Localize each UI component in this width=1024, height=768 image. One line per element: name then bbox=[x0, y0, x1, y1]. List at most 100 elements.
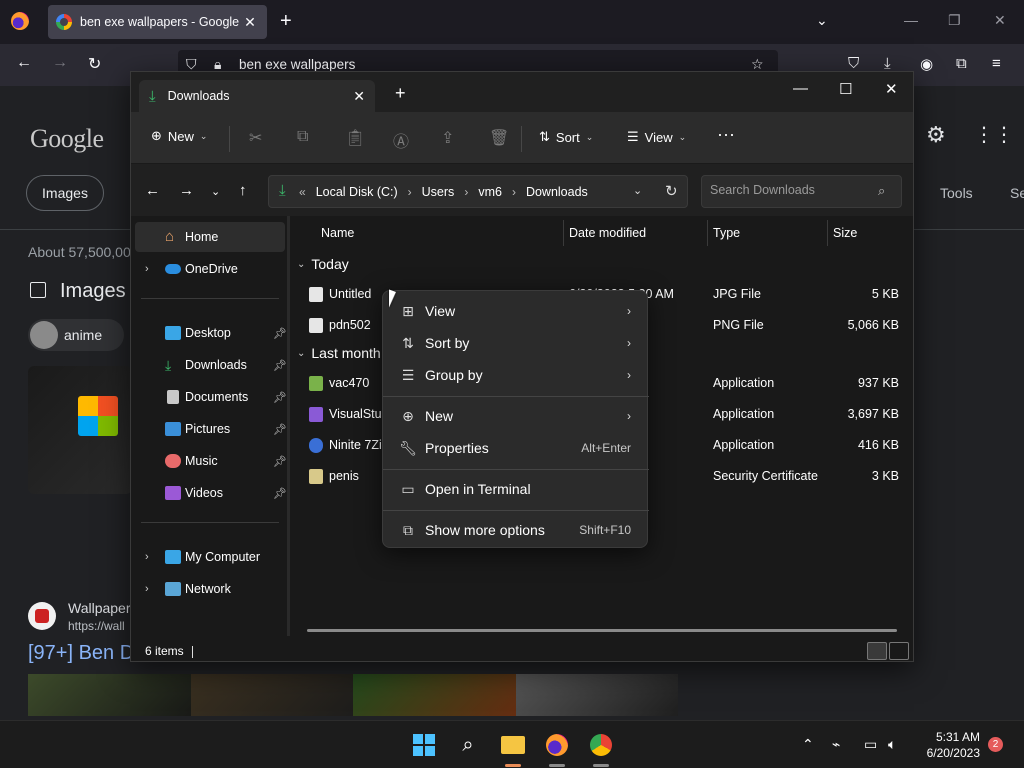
search-box[interactable]: ⌕ bbox=[701, 175, 902, 208]
view-button[interactable]: ☰ View ⌄ bbox=[627, 129, 686, 145]
downloads-icon[interactable]: ⤓ bbox=[884, 55, 891, 72]
firefox-icon[interactable] bbox=[11, 12, 29, 30]
details-view-button[interactable] bbox=[867, 642, 887, 660]
minimize-icon[interactable]: — bbox=[793, 80, 808, 97]
list-tabs-icon[interactable]: ⌄ bbox=[816, 12, 828, 29]
sidebar-item-music[interactable]: Music 📌︎ bbox=[135, 446, 287, 476]
new-tab-icon[interactable]: + bbox=[280, 10, 292, 33]
horizontal-scrollbar[interactable] bbox=[307, 629, 897, 632]
chevron-down-icon[interactable]: ⌄ bbox=[633, 184, 642, 197]
rename-icon[interactable]: Ⓐ bbox=[393, 128, 409, 152]
overflow-icon[interactable]: « bbox=[299, 185, 306, 199]
pin-icon[interactable]: 📌︎ bbox=[273, 391, 287, 404]
result-link[interactable]: [97+] Ben D bbox=[28, 642, 134, 665]
network-icon[interactable]: ⌁ bbox=[832, 736, 840, 753]
menu-item-group-by[interactable]: ☰ Group by › bbox=[387, 360, 645, 390]
browser-close-icon[interactable]: ✕ bbox=[994, 12, 1006, 29]
gear-icon[interactable]: ⚙ bbox=[926, 122, 946, 148]
volume-icon[interactable]: 🔈︎ bbox=[888, 736, 896, 753]
image-thumbnail[interactable] bbox=[190, 674, 353, 716]
search-icon[interactable]: ⌕ bbox=[878, 183, 885, 199]
browser-restore-icon[interactable]: ❐ bbox=[948, 12, 961, 29]
close-tab-icon[interactable]: ✕ bbox=[241, 14, 259, 31]
chevron-right-icon[interactable]: › bbox=[464, 185, 468, 199]
menu-item-sort-by[interactable]: ⇅ Sort by › bbox=[387, 328, 645, 358]
pin-icon[interactable]: 📌︎ bbox=[273, 359, 287, 372]
recent-locations-icon[interactable]: ⌄ bbox=[211, 185, 220, 198]
chevron-right-icon[interactable]: › bbox=[512, 185, 516, 199]
close-window-icon[interactable]: ✕ bbox=[885, 80, 898, 98]
tiles-view-button[interactable] bbox=[889, 642, 909, 660]
more-options-icon[interactable]: ··· bbox=[717, 124, 735, 145]
refresh-icon[interactable]: ↻ bbox=[665, 182, 678, 200]
share-icon[interactable]: ⇪ bbox=[441, 128, 454, 148]
sort-button[interactable]: ⇅ Sort ⌄ bbox=[539, 129, 593, 145]
up-icon[interactable]: ↑ bbox=[239, 182, 247, 199]
safesearch-link[interactable]: Se bbox=[1010, 185, 1024, 201]
copy-icon[interactable]: ⧉ bbox=[297, 128, 308, 146]
column-divider[interactable] bbox=[827, 220, 828, 246]
menu-icon[interactable]: ≡ bbox=[992, 55, 1001, 72]
pin-icon[interactable]: 📌︎ bbox=[273, 455, 287, 468]
chevron-right-icon[interactable]: › bbox=[145, 551, 149, 563]
site-url[interactable]: https://wall bbox=[68, 619, 125, 633]
pin-icon[interactable]: 📌︎ bbox=[273, 487, 287, 500]
apps-grid-icon[interactable]: ⋮⋮ bbox=[974, 122, 1014, 147]
reload-icon[interactable]: ↻ bbox=[88, 54, 101, 74]
breadcrumb-item[interactable]: Local Disk (C:) bbox=[316, 185, 398, 199]
new-button[interactable]: ⊕ New ⌄ bbox=[151, 128, 207, 144]
sidebar-item-mycomputer[interactable]: › My Computer bbox=[135, 542, 285, 572]
sidebar-item-videos[interactable]: Videos 📌︎ bbox=[135, 478, 287, 508]
delete-icon[interactable]: 🗑︎ bbox=[489, 128, 509, 148]
menu-item-open-terminal[interactable]: ▭ Open in Terminal bbox=[387, 474, 645, 504]
notification-badge[interactable]: 2 bbox=[988, 737, 1003, 752]
pin-icon[interactable]: 📌︎ bbox=[273, 423, 287, 436]
clock[interactable]: 5:31 AM 6/20/2023 bbox=[918, 729, 980, 761]
url-text[interactable]: ben exe wallpapers bbox=[239, 57, 355, 72]
chrome-taskbar-button[interactable] bbox=[585, 729, 617, 761]
column-divider[interactable] bbox=[707, 220, 708, 246]
sidebar-item-documents[interactable]: Documents 📌︎ bbox=[135, 382, 287, 412]
search-input[interactable] bbox=[710, 183, 870, 197]
new-tab-icon[interactable]: + bbox=[395, 83, 406, 104]
sidebar-item-pictures[interactable]: Pictures 📌︎ bbox=[135, 414, 287, 444]
site-name[interactable]: Wallpaper bbox=[68, 600, 131, 616]
menu-item-new[interactable]: ⊕ New › bbox=[387, 401, 645, 431]
breadcrumb-item[interactable]: Users bbox=[422, 185, 455, 199]
back-icon[interactable]: ← bbox=[145, 182, 160, 199]
image-thumbnail[interactable] bbox=[515, 674, 678, 716]
images-chip[interactable]: Images bbox=[26, 175, 104, 211]
sidebar-item-downloads[interactable]: ⤓ Downloads 📌︎ bbox=[135, 350, 287, 380]
search-icon[interactable]: ⌕ bbox=[452, 729, 484, 761]
breadcrumb-item[interactable]: vm6 bbox=[478, 185, 502, 199]
explorer-tab[interactable]: ⤓ Downloads ✕ bbox=[139, 80, 375, 112]
sidebar-item-onedrive[interactable]: › OneDrive bbox=[135, 254, 285, 284]
sidebar-item-home[interactable]: ⌂ Home bbox=[135, 222, 285, 252]
image-thumbnail[interactable] bbox=[28, 366, 132, 494]
column-header-name[interactable]: Name bbox=[321, 226, 354, 240]
firefox-taskbar-button[interactable] bbox=[541, 729, 573, 761]
column-divider[interactable] bbox=[563, 220, 564, 246]
browser-minimize-icon[interactable]: — bbox=[904, 12, 918, 28]
back-icon[interactable]: ← bbox=[16, 54, 32, 72]
sidebar-item-network[interactable]: › Network bbox=[135, 574, 285, 604]
paste-icon[interactable]: 📋︎ bbox=[345, 128, 365, 148]
sidebar-item-desktop[interactable]: Desktop 📌︎ bbox=[135, 318, 287, 348]
nav-pane-splitter[interactable] bbox=[287, 216, 290, 636]
chevron-right-icon[interactable]: › bbox=[408, 185, 412, 199]
extensions-icon[interactable]: ⧉ bbox=[956, 55, 967, 72]
column-header-date[interactable]: Date modified bbox=[569, 226, 646, 240]
pin-icon[interactable]: 📌︎ bbox=[273, 327, 287, 340]
chevron-up-icon[interactable]: ⌃ bbox=[802, 736, 814, 753]
group-header-today[interactable]: ⌄ Today bbox=[297, 256, 349, 272]
forward-icon[interactable]: → bbox=[179, 182, 194, 199]
tools-link[interactable]: Tools bbox=[940, 185, 973, 201]
maximize-icon[interactable]: ☐ bbox=[839, 80, 852, 98]
close-icon[interactable]: ✕ bbox=[353, 88, 365, 105]
breadcrumb-item[interactable]: Downloads bbox=[526, 185, 588, 199]
address-box[interactable]: ⤓ « Local Disk (C:) › Users › vm6 › Down… bbox=[268, 175, 688, 208]
menu-item-view[interactable]: ⊞ View › bbox=[387, 296, 645, 326]
start-button[interactable] bbox=[408, 729, 440, 761]
column-header-size[interactable]: Size bbox=[833, 226, 857, 240]
browser-tab[interactable]: ben exe wallpapers - Google Se ✕ bbox=[48, 5, 267, 39]
